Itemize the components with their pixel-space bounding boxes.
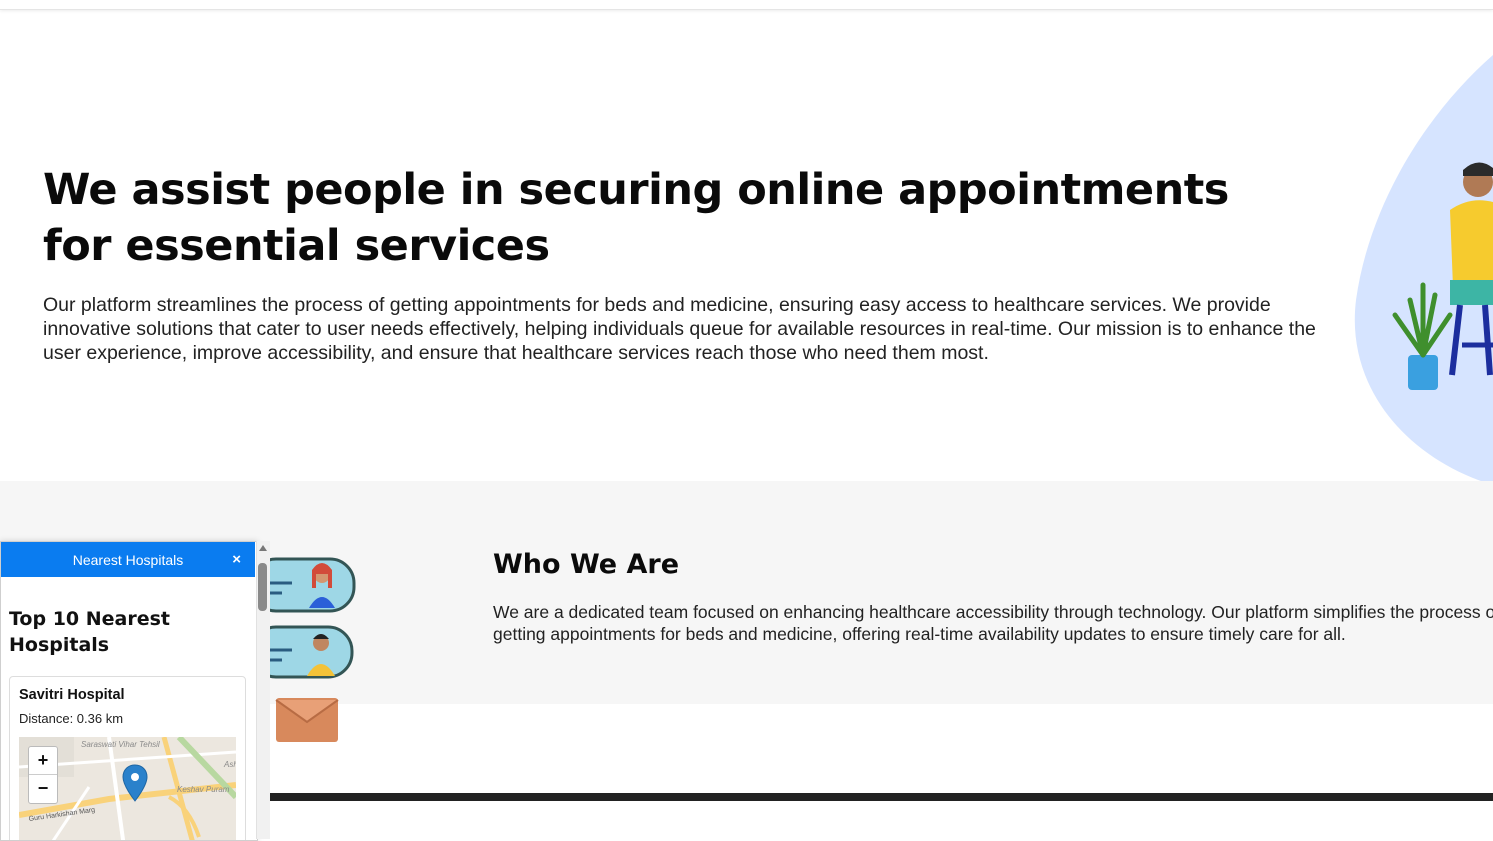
map-label: Keshav Puram <box>177 785 230 794</box>
hero-description: Our platform streamlines the process of … <box>43 294 1316 364</box>
nearest-hospitals-popup: Nearest Hospitals × Top 10 Nearest Hospi… <box>0 541 258 841</box>
hospital-map[interactable]: Saraswati Vihar Tehsil Keshav Puram Guru… <box>19 737 236 840</box>
hospital-card[interactable]: Savitri Hospital Distance: 0.36 km Saras… <box>9 676 246 840</box>
popup-scrollbar[interactable] <box>256 541 270 839</box>
map-label: Saraswati Vihar Tehsil <box>81 740 160 749</box>
popup-header-title: Nearest Hospitals <box>72 551 184 568</box>
hero-title: We assist people in securing online appo… <box>43 165 1229 271</box>
top-nav-bar <box>0 0 1493 10</box>
scroll-thumb[interactable] <box>258 563 267 611</box>
envelope-icon <box>275 698 339 742</box>
map-zoom-control: + − <box>28 746 58 804</box>
who-we-are-title: Who We Are <box>493 549 680 580</box>
hospital-name: Savitri Hospital <box>19 687 125 703</box>
map-label: Ash <box>223 760 236 769</box>
hospital-distance: Distance: 0.36 km <box>19 711 124 726</box>
hero-illustration <box>1350 50 1493 490</box>
who-we-are-illustration <box>250 550 382 750</box>
popup-header: Nearest Hospitals × <box>1 542 255 577</box>
popup-heading: Top 10 Nearest Hospitals <box>9 608 171 656</box>
zoom-in-icon[interactable]: + <box>29 747 57 775</box>
scroll-up-icon[interactable] <box>259 545 267 551</box>
zoom-out-icon[interactable]: − <box>29 775 57 802</box>
who-we-are-description: We are a dedicated team focused on enhan… <box>493 602 1493 644</box>
close-icon[interactable]: × <box>232 552 241 568</box>
footer-divider <box>270 793 1493 801</box>
